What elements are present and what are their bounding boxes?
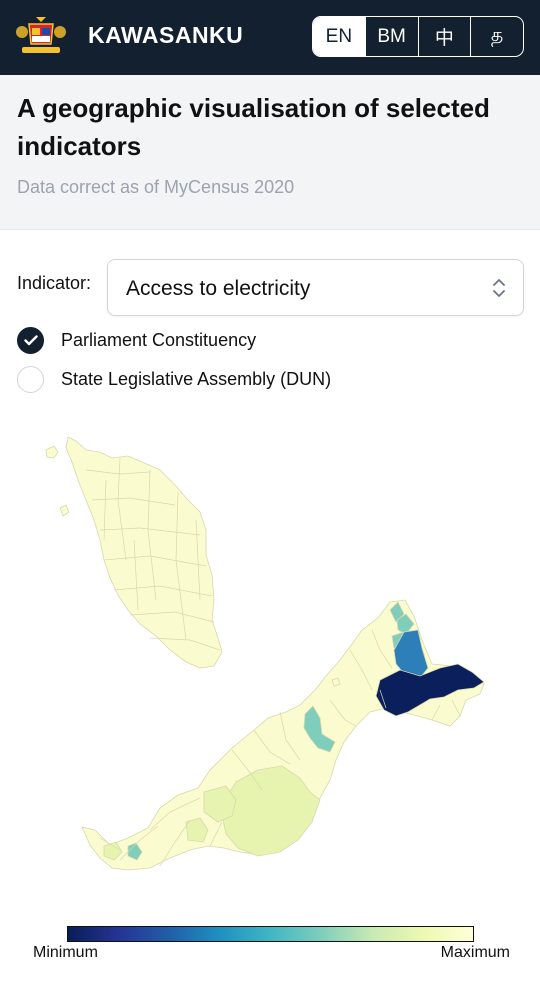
labuan-island[interactable]	[331, 677, 341, 687]
legend-minimum-label: Minimum	[33, 944, 98, 961]
indicator-select-value: Access to electricity	[126, 277, 311, 300]
page-subtitle: Data correct as of MyCensus 2020	[17, 177, 295, 197]
malaysia-choropleth-map	[45, 436, 485, 871]
top-bar: KAWASANKU EN BM 中 த	[0, 0, 540, 75]
page-title: A geographic visualisation of selected i…	[17, 93, 490, 161]
legend-maximum-label: Maximum	[440, 944, 510, 961]
language-bm-button[interactable]: BM	[364, 17, 418, 56]
radio-dun-label: State Legislative Assembly (DUN)	[61, 369, 332, 389]
brand-title: KAWASANKU	[88, 22, 244, 48]
radio-checked-icon[interactable]	[17, 327, 44, 354]
hero-section: A geographic visualisation of selected i…	[0, 75, 540, 230]
radio-dun[interactable]: State Legislative Assembly (DUN)	[17, 366, 331, 393]
penang-island[interactable]	[59, 504, 70, 517]
coat-of-arms-logo	[16, 17, 66, 53]
chevron-up-down-icon	[493, 279, 505, 297]
langkawi-island[interactable]	[45, 445, 59, 459]
legend-gradient-bar	[67, 926, 474, 942]
language-en-button[interactable]: EN	[313, 17, 365, 56]
radio-unchecked-icon[interactable]	[17, 366, 44, 393]
indicator-label: Indicator:	[17, 273, 92, 293]
peninsular-region[interactable]	[65, 436, 223, 669]
checkmark-icon	[23, 335, 38, 346]
language-ta-button[interactable]: த	[470, 17, 523, 56]
indicator-select[interactable]: Access to electricity	[107, 259, 524, 316]
radio-parliament-label: Parliament Constituency	[61, 330, 257, 350]
peninsular-malaysia	[45, 436, 223, 669]
language-zh-button[interactable]: 中	[417, 17, 471, 56]
language-switcher: EN BM 中 த	[312, 16, 524, 57]
radio-parliament[interactable]: Parliament Constituency	[17, 327, 256, 354]
east-malaysia	[81, 599, 485, 871]
